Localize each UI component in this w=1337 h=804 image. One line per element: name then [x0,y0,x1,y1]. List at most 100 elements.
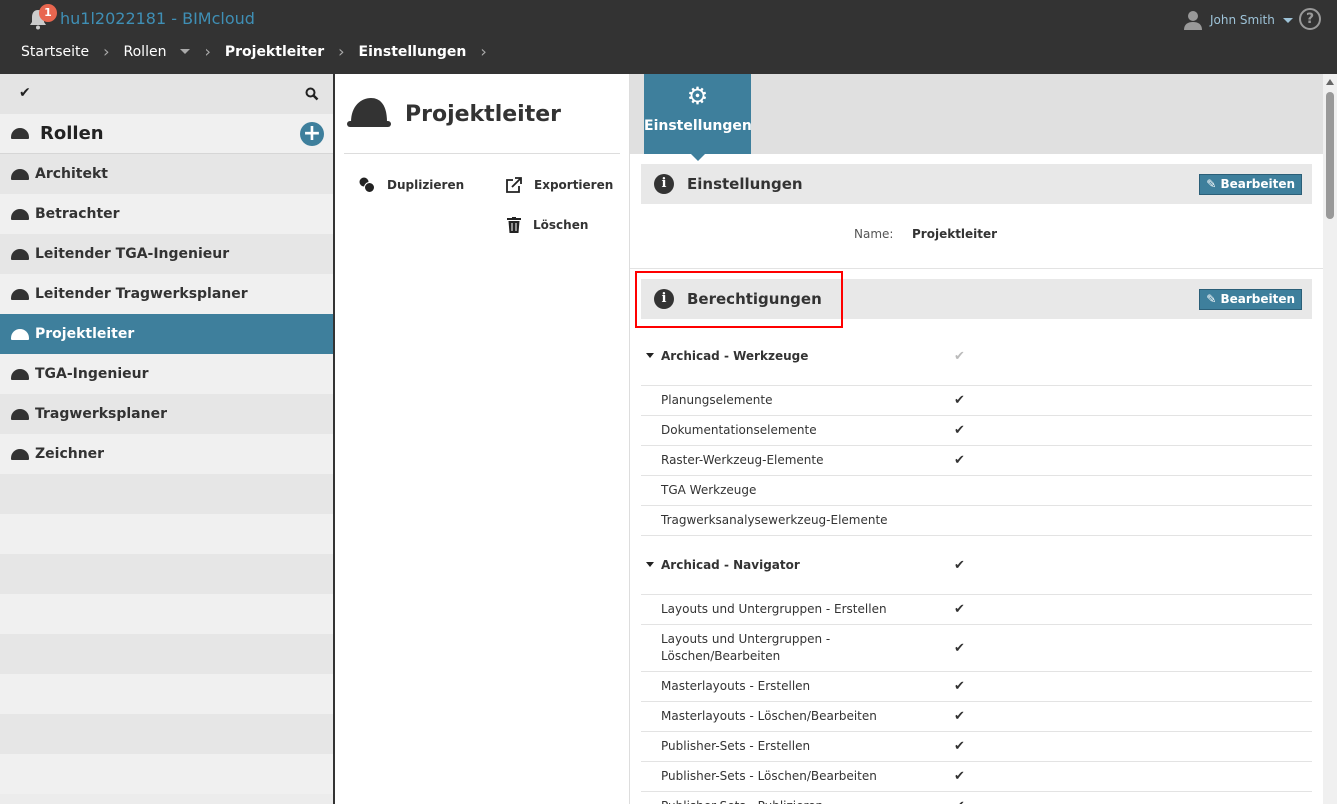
duplicate-icon [359,177,375,193]
sidebar-item-label: Architekt [35,166,108,182]
check-icon: ✔ [954,739,965,754]
duplicate-button[interactable]: Duplizieren [359,177,464,193]
hard-hat-icon [347,98,391,127]
roles-sidebar: ✔ Rollen + Architekt Betrachter Leitender … [0,74,333,804]
help-icon[interactable]: ? [1299,8,1321,30]
export-button[interactable]: Exportieren [506,177,613,193]
sidebar-item[interactable]: Betrachter [0,194,333,234]
sidebar-item-label: Tragwerksplaner [35,406,167,422]
top-bar: 1 hu1l2022181 - BIMcloud Startseite › Rol… [0,0,1337,74]
role-title: Projektleiter [405,102,561,127]
hard-hat-icon [11,208,29,220]
sidebar-item[interactable]: Projektleiter [0,314,333,354]
permission-row: Masterlayouts - Erstellen ✔ [641,672,1312,702]
permission-label: Masterlayouts - Löschen/Bearbeiten [661,709,877,723]
permission-label: TGA Werkzeuge [661,483,757,497]
user-icon [1184,11,1202,30]
tab-settings[interactable]: ⚙ Einstellungen [644,74,752,161]
permission-label: Publisher-Sets - Erstellen [661,739,811,753]
role-detail-panel: Projektleiter Duplizieren Exportieren Lö… [335,74,630,804]
check-icon: ✔ [954,769,965,784]
scrollbar[interactable] [1323,74,1337,804]
scrollbar-thumb[interactable] [1326,92,1334,219]
export-icon [506,177,522,193]
hard-hat-icon [11,288,29,300]
sidebar-item[interactable]: Zeichner [0,434,333,474]
sidebar-item-label: Zeichner [35,446,105,462]
permission-row: Publisher-Sets - Löschen/Bearbeiten ✔ [641,762,1312,792]
permission-label: Masterlayouts - Erstellen [661,679,811,693]
permission-label: Layouts und Untergruppen - Löschen/Bearb… [661,632,831,663]
chevron-right-icon: › [204,42,211,61]
permission-row: Publisher-Sets - Publizieren ✔ [641,792,1312,804]
sidebar-item-label: Projektleiter [35,326,135,342]
breadcrumb-roles[interactable]: Rollen [124,44,167,60]
check-icon: ✔ [954,348,965,364]
notification-badge[interactable]: 1 [39,4,57,22]
divider [344,153,620,154]
user-menu[interactable]: John Smith [1184,10,1293,30]
delete-button[interactable]: Löschen [507,217,588,233]
permission-label: Dokumentationselemente [661,423,817,437]
permission-row: Planungselemente ✔ [641,386,1312,416]
permission-label: Planungselemente [661,393,773,407]
edit-settings-button[interactable]: ✎ Bearbeiten [1199,174,1302,195]
name-value: Projektleiter [912,227,998,241]
sidebar-item-label: Betrachter [35,206,120,222]
check-icon: ✔ [954,557,965,573]
hard-hat-icon [11,448,29,460]
sidebar-toolbar: ✔ [0,74,333,114]
hard-hat-icon [11,128,29,139]
permission-row: Publisher-Sets - Erstellen ✔ [641,732,1312,762]
divider [630,268,1323,269]
info-icon: i [654,174,674,194]
check-icon: ✔ [954,640,965,656]
caret-down-icon[interactable] [180,49,191,54]
sidebar-header: Rollen + [0,114,333,154]
sidebar-title: Rollen [40,123,104,144]
select-all-check-icon[interactable]: ✔ [19,85,31,101]
sidebar-item[interactable]: TGA-Ingenieur [0,354,333,394]
permission-row: Raster-Werkzeug-Elemente ✔ [641,446,1312,476]
duplicate-label: Duplizieren [387,178,465,192]
scroll-up-icon[interactable] [1326,79,1334,85]
app-title[interactable]: hu1l2022181 - BIMcloud [60,9,255,28]
sidebar-item[interactable]: Leitender Tragwerksplaner [0,274,333,314]
caret-down-icon[interactable] [646,353,654,358]
sidebar-item[interactable]: Tragwerksplaner [0,394,333,434]
permission-row: Layouts und Untergruppen - Erstellen ✔ [641,595,1312,625]
empty-row [0,594,333,634]
permission-group[interactable]: Archicad - Navigator ✔ [641,536,1312,595]
edit-permissions-button[interactable]: ✎ Bearbeiten [1199,289,1302,310]
caret-down-icon[interactable] [646,562,654,567]
check-icon: ✔ [954,393,965,408]
delete-label: Löschen [533,218,589,232]
empty-row [0,754,333,794]
chevron-right-icon: › [480,42,487,61]
empty-row [0,514,333,554]
check-icon: ✔ [954,799,965,804]
permission-group[interactable]: Archicad - Werkzeuge ✔ [641,327,1312,386]
sidebar-item[interactable]: Architekt [0,154,333,194]
check-icon: ✔ [954,423,965,438]
trash-icon [507,217,521,233]
sidebar-item-label: Leitender Tragwerksplaner [35,286,248,302]
settings-section-header: i Einstellungen ✎ Bearbeiten [641,164,1312,204]
permission-label: Raster-Werkzeug-Elemente [661,453,824,467]
section-title: Einstellungen [687,175,803,193]
chevron-right-icon: › [103,42,110,61]
permission-row: Layouts und Untergruppen - Löschen/Bearb… [641,625,1312,672]
breadcrumb-role[interactable]: Projektleiter [225,44,324,60]
empty-row [0,554,333,594]
breadcrumb-settings[interactable]: Einstellungen [359,44,467,60]
settings-panel: ⚙ Einstellungen i Einstellungen ✎ Bearbe… [630,74,1323,804]
add-role-button[interactable]: + [300,122,324,146]
breadcrumb-home[interactable]: Startseite [21,44,89,60]
user-name[interactable]: John Smith [1210,13,1275,27]
sidebar-item[interactable]: Leitender TGA-Ingenieur [0,234,333,274]
group-label: Archicad - Werkzeuge [661,348,809,363]
check-icon: ✔ [954,709,965,724]
search-icon[interactable] [305,87,319,101]
permission-row: Masterlayouts - Löschen/Bearbeiten ✔ [641,702,1312,732]
edit-label: Bearbeiten [1220,292,1295,306]
